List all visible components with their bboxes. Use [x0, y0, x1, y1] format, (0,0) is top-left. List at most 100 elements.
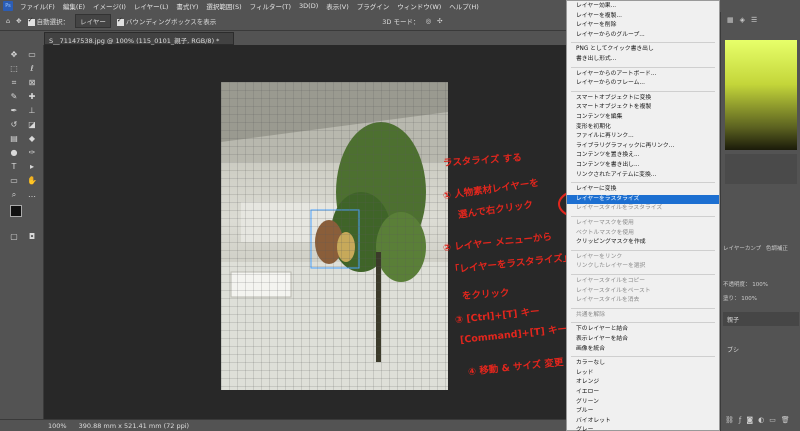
photoshop-logo[interactable]: Ps [3, 1, 13, 11]
orbit-icon[interactable]: ◎ [425, 17, 431, 25]
eraser-tool-icon[interactable]: ◪ [26, 119, 38, 131]
menu-view[interactable]: 表示(V) [322, 1, 353, 11]
more-tools-icon[interactable]: … [26, 189, 38, 201]
shape-tool-icon[interactable]: ▭ [8, 175, 20, 187]
auto-select-checkbox[interactable] [27, 16, 35, 26]
hand-tool-icon[interactable]: ✋ [26, 175, 38, 187]
menu-select[interactable]: 選択範囲(S) [202, 1, 245, 11]
layer-select-dropdown[interactable]: レイヤー [75, 14, 111, 28]
menu-plugins[interactable]: プラグイン [353, 1, 394, 11]
menu-item[interactable]: レイヤーに変換 [567, 185, 719, 194]
move-tool-icon[interactable]: ✥ [16, 17, 21, 25]
auto-select-option[interactable]: 自動選択： [27, 16, 69, 26]
menu-item[interactable]: レッド [567, 369, 719, 378]
menu-item[interactable]: 表示レイヤーを結合 [567, 335, 719, 344]
zoom-tool-icon[interactable]: ⌕ [8, 189, 20, 201]
blur-tool-icon[interactable]: ◆ [26, 133, 38, 145]
dodge-tool-icon[interactable]: ● [8, 147, 20, 159]
menu-item[interactable]: コンテンツを編集 [567, 113, 719, 122]
bbox-option[interactable]: バウンディングボックスを表示 [116, 16, 216, 26]
link-icon[interactable]: ⛓ [725, 416, 734, 424]
menu-item[interactable]: クリッピングマスクを作成 [567, 238, 719, 247]
menu-3d[interactable]: 3D(D) [295, 2, 322, 10]
document-image[interactable] [221, 82, 448, 390]
marquee-tool-icon[interactable]: ⬚ [8, 63, 20, 75]
menu-item[interactable]: バイオレット [567, 417, 719, 426]
home-icon[interactable]: ⌂ [6, 17, 10, 25]
menu-item[interactable]: イエロー [567, 388, 719, 397]
menu-item[interactable]: スマートオブジェクトに変換 [567, 94, 719, 103]
menu-item[interactable]: レイヤーからのフレーム... [567, 79, 719, 88]
fx-icon[interactable]: ƒ [739, 416, 741, 424]
menu-item[interactable]: オレンジ [567, 378, 719, 387]
lasso-tool-icon[interactable]: ℓ [26, 63, 38, 75]
menu-item[interactable]: レイヤーを削除 [567, 21, 719, 30]
menu-window[interactable]: ウィンドウ(W) [393, 1, 445, 11]
foreground-color-swatch[interactable] [10, 205, 22, 217]
tab-layer-comps[interactable]: レイヤーカンプ [723, 246, 761, 252]
menu-item[interactable]: リンクされたアイテムに変換... [567, 171, 719, 180]
menu-item[interactable]: スマートオブジェクトを複製 [567, 103, 719, 112]
zoom-level[interactable]: 100% [48, 422, 67, 430]
menu-help[interactable]: ヘルプ(H) [445, 1, 482, 11]
pen-tool-icon[interactable]: ✑ [26, 147, 38, 159]
tab-adjustments[interactable]: 色調補正 [766, 246, 788, 252]
stamp-tool-icon[interactable]: ⊥ [26, 105, 38, 117]
menu-layer[interactable]: レイヤー(L) [130, 1, 173, 11]
menu-item[interactable]: ファイルに再リンク... [567, 132, 719, 141]
artboard-tool-icon[interactable]: ▭ [26, 49, 38, 61]
panel-icon-c[interactable]: ☰ [751, 16, 757, 24]
gradient-tool-icon[interactable]: ▤ [8, 133, 20, 145]
history-brush-icon[interactable]: ↺ [8, 119, 20, 131]
menu-file[interactable]: ファイル(F) [16, 1, 59, 11]
folder-icon[interactable]: ▭ [769, 416, 776, 424]
brush-tool-icon[interactable]: ✒ [8, 105, 20, 117]
menu-item[interactable]: PNG としてクイック書き出し [567, 45, 719, 54]
frame-tool-icon[interactable]: ⊠ [26, 77, 38, 89]
menu-item[interactable]: ライブラリグラフィックに再リンク... [567, 142, 719, 151]
bbox-checkbox[interactable] [116, 16, 124, 26]
path-select-icon[interactable]: ▸ [26, 161, 38, 173]
menu-type[interactable]: 書式(Y) [172, 1, 202, 11]
layer-row[interactable]: ブシ [723, 342, 799, 356]
document-tab[interactable]: S__71147538.jpg @ 100% (115_0101_親子, RGB… [44, 32, 234, 45]
menu-item[interactable]: ブルー [567, 407, 719, 416]
menu-separator [571, 182, 715, 184]
type-tool-icon[interactable]: T [8, 161, 20, 173]
menu-item[interactable]: レイヤーを複製... [567, 12, 719, 21]
menu-item[interactable]: コンテンツを書き出し... [567, 161, 719, 170]
quick-mask-icon[interactable]: ◘ [26, 231, 38, 243]
eyedropper-tool-icon[interactable]: ✎ [8, 91, 20, 103]
menu-item[interactable]: グレー [567, 426, 719, 431]
menu-item[interactable]: カラーなし [567, 359, 719, 368]
screen-mode-icon[interactable]: ▢ [8, 231, 20, 243]
healing-tool-icon[interactable]: ✚ [26, 91, 38, 103]
menu-item[interactable]: レイヤー効果... [567, 2, 719, 11]
right-panels: ▦ ◈ ☰ レイヤーカンプ 色調補正 不透明度： 100% 塗り： 100% 親… [720, 12, 800, 431]
layer-row[interactable]: 親子 [723, 312, 799, 326]
menu-item[interactable]: レイヤーからのアートボード... [567, 70, 719, 79]
crop-tool-icon[interactable]: ⌗ [8, 77, 20, 89]
color-picker-field[interactable] [725, 40, 797, 150]
opacity-value[interactable]: 100% [752, 282, 768, 288]
menu-item[interactable]: コンテンツを置き換え... [567, 151, 719, 160]
adjustment-icon[interactable]: ◐ [758, 416, 764, 424]
menu-item[interactable]: グリーン [567, 398, 719, 407]
fill-value[interactable]: 100% [741, 296, 757, 302]
menu-item[interactable]: 画像を統合 [567, 345, 719, 354]
menu-item[interactable]: 変形を初期化 [567, 123, 719, 132]
menu-item[interactable]: 下のレイヤーと結合 [567, 325, 719, 334]
panel-icon-a[interactable]: ▦ [727, 16, 734, 24]
move-tool-icon[interactable]: ✥ [8, 49, 20, 61]
menu-item[interactable]: レイヤーからのグループ... [567, 31, 719, 40]
trash-icon[interactable]: 🗑 [781, 416, 790, 424]
mask-icon[interactable]: ◙ [746, 416, 753, 424]
pan-3d-icon[interactable]: ✣ [437, 17, 442, 25]
menu-item[interactable]: 書き出し形式... [567, 55, 719, 64]
menu-filter[interactable]: フィルター(T) [246, 1, 295, 11]
menu-item: レイヤースタイルをペースト [576, 287, 651, 294]
menu-item[interactable]: レイヤーをラスタライズ [567, 194, 719, 204]
menu-edit[interactable]: 編集(E) [59, 1, 89, 11]
menu-image[interactable]: イメージ(I) [89, 1, 130, 11]
panel-icon-b[interactable]: ◈ [740, 16, 745, 24]
